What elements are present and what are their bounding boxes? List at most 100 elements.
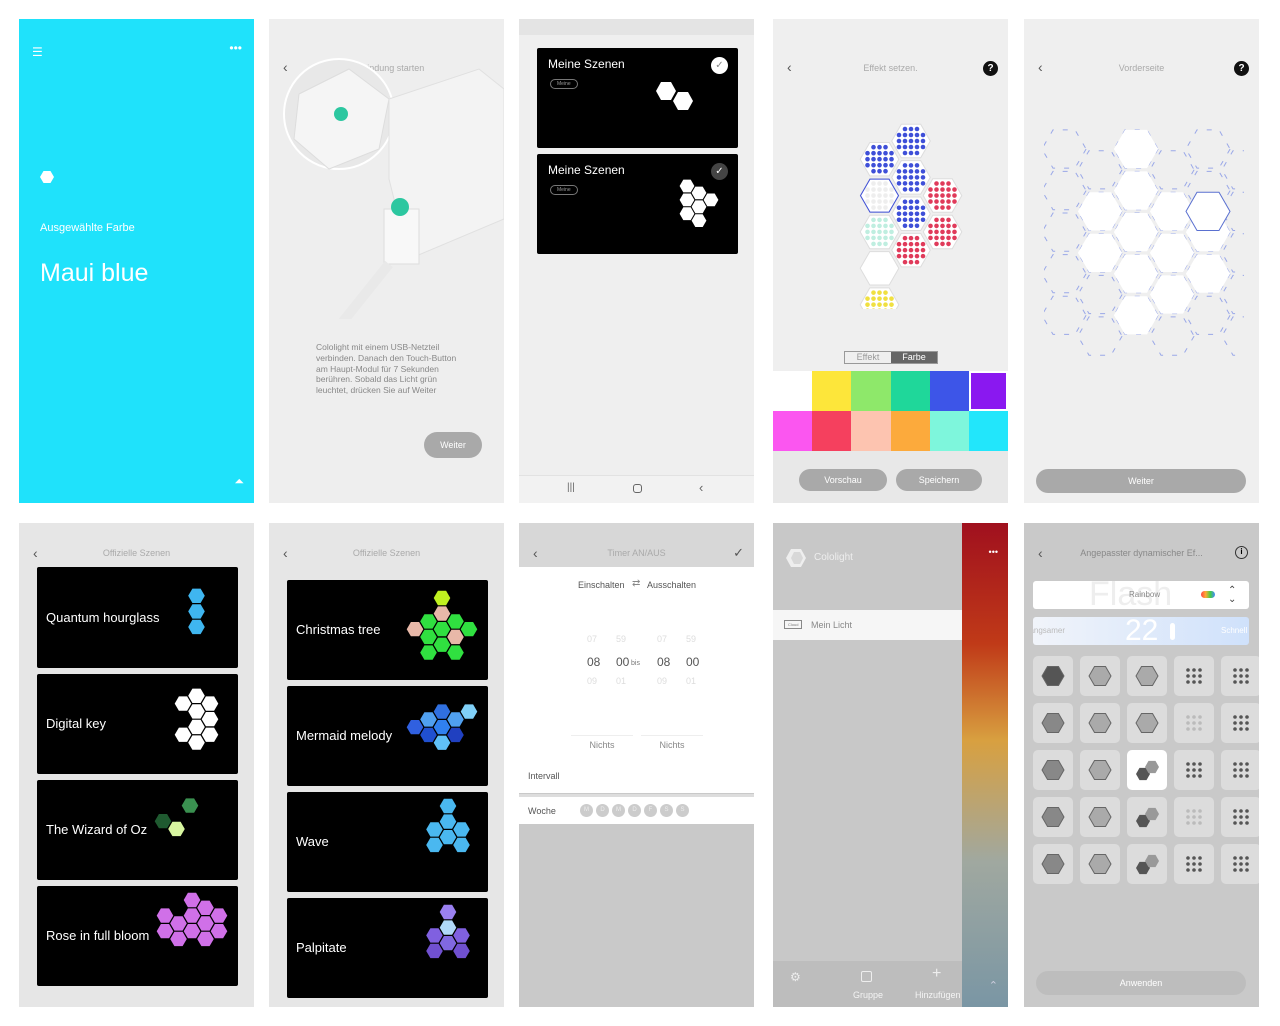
effect-tile[interactable]	[1221, 703, 1259, 743]
next-button[interactable]: Weiter	[424, 432, 482, 458]
time-wheel-value[interactable]: 07	[587, 634, 597, 644]
apply-button[interactable]: Anwenden	[1036, 971, 1246, 995]
time-wheel-value[interactable]: 09	[657, 676, 667, 686]
time-wheel-value[interactable]: 00	[686, 655, 699, 669]
effect-tile[interactable]	[1174, 703, 1214, 743]
next-button[interactable]: Weiter	[1036, 469, 1246, 493]
help-icon[interactable]: ?	[983, 61, 998, 76]
effect-tile[interactable]	[1174, 797, 1214, 837]
color-swatch[interactable]	[851, 371, 891, 411]
preview-button[interactable]: Vorschau	[799, 469, 887, 491]
device-row[interactable]: Cloud Mein Licht	[773, 610, 962, 640]
effect-tile[interactable]	[1080, 703, 1120, 743]
hex-layout-preview[interactable]	[823, 119, 973, 309]
interval-row[interactable]: Intervall	[528, 771, 560, 781]
color-swatch[interactable]	[773, 371, 813, 411]
effect-tile[interactable]	[1221, 797, 1259, 837]
time-wheel-value[interactable]: 59	[686, 634, 696, 644]
effect-tile[interactable]	[1127, 797, 1167, 837]
effect-tile[interactable]	[1127, 844, 1167, 884]
weekday-toggle[interactable]: S	[676, 804, 689, 817]
effect-tile[interactable]	[1033, 797, 1073, 837]
time-wheel-value[interactable]: 00	[616, 655, 629, 669]
scene-card[interactable]: Christmas tree	[287, 580, 488, 680]
color-swatch[interactable]	[773, 411, 813, 451]
scene-card[interactable]: Quantum hourglass	[37, 568, 238, 668]
scene-card[interactable]: The Wizard of Oz	[37, 780, 238, 880]
time-wheel-value[interactable]: 59	[616, 634, 626, 644]
info-icon[interactable]: i	[1235, 546, 1248, 559]
effect-tile[interactable]	[1174, 750, 1214, 790]
check-icon[interactable]: ✓	[711, 57, 728, 74]
weekday-toggle[interactable]: M	[580, 804, 593, 817]
scene-card[interactable]: Meine Szenen Meine ✓	[537, 48, 738, 148]
weekday-toggle[interactable]: D	[628, 804, 641, 817]
weekday-toggle[interactable]: D	[596, 804, 609, 817]
time-wheel-value[interactable]: 01	[616, 676, 626, 686]
save-button[interactable]: Speichern	[896, 469, 982, 491]
color-swatch[interactable]	[968, 371, 1008, 411]
recent-apps-icon[interactable]: |||	[567, 482, 575, 493]
home-icon[interactable]	[633, 484, 642, 493]
color-swatch[interactable]	[929, 411, 969, 451]
effect-tile[interactable]	[1174, 656, 1214, 696]
scene-card[interactable]: Rose in full bloom	[37, 886, 238, 986]
confirm-check-icon[interactable]: ✓	[733, 545, 744, 561]
weekday-toggle[interactable]: M	[612, 804, 625, 817]
more-icon[interactable]: •••	[229, 41, 242, 55]
tab-effect[interactable]: Effekt	[845, 352, 891, 363]
chevron-up-icon[interactable]: ⌃	[989, 979, 998, 992]
swap-icon[interactable]: ⇄	[632, 578, 640, 589]
color-swatch[interactable]	[968, 411, 1008, 451]
group-label[interactable]: Gruppe	[853, 990, 883, 1000]
time-wheel-value[interactable]: 08	[657, 655, 670, 669]
settings-icon[interactable]: ⚙	[790, 970, 801, 984]
effect-tile[interactable]	[1127, 750, 1167, 790]
color-swatch[interactable]	[890, 371, 930, 411]
effect-tile[interactable]	[1033, 750, 1073, 790]
scene-card[interactable]: Wave	[287, 792, 488, 892]
tab-color[interactable]: Farbe	[891, 352, 937, 363]
effect-tile[interactable]	[1127, 703, 1167, 743]
speed-slider[interactable]: Langsamer 22 Schnell	[1033, 617, 1249, 645]
effect-tile[interactable]	[1033, 844, 1073, 884]
effect-tile[interactable]	[1080, 750, 1120, 790]
effect-tile[interactable]	[1221, 750, 1259, 790]
weekday-toggle[interactable]: F	[644, 804, 657, 817]
weekday-toggle[interactable]: S	[660, 804, 673, 817]
group-icon[interactable]	[861, 971, 872, 982]
effect-tile[interactable]	[1080, 844, 1120, 884]
color-swatch[interactable]	[890, 411, 930, 451]
color-swatch[interactable]	[929, 371, 969, 411]
color-swatch[interactable]	[851, 411, 891, 451]
effect-tile[interactable]	[1080, 656, 1120, 696]
time-wheel-value[interactable]: 08	[587, 655, 600, 669]
menu-icon[interactable]: ☰	[32, 45, 43, 59]
more-icon[interactable]: •••	[989, 547, 998, 557]
add-label[interactable]: Hinzufügen	[915, 990, 961, 1000]
chevron-up-icon[interactable]: ⏶	[234, 474, 244, 489]
effect-tile[interactable]	[1033, 703, 1073, 743]
scene-card[interactable]: Meine Szenen Meine ✓	[537, 154, 738, 254]
hex-layout-editor[interactable]	[1044, 124, 1244, 374]
help-icon[interactable]: ?	[1234, 61, 1249, 76]
off-action-select[interactable]: Nichts	[641, 735, 703, 750]
effect-tile[interactable]	[1174, 844, 1214, 884]
color-swatch[interactable]	[812, 411, 852, 451]
scene-card[interactable]: Palpitate	[287, 898, 488, 998]
updown-chevron-icon[interactable]: ⌃ ⌄	[1228, 586, 1236, 605]
on-action-select[interactable]: Nichts	[571, 735, 633, 750]
back-nav-icon[interactable]: ‹	[699, 480, 703, 495]
effect-tile[interactable]	[1221, 656, 1259, 696]
add-icon[interactable]: +	[932, 965, 941, 983]
effect-tile[interactable]	[1080, 797, 1120, 837]
effect-tile[interactable]	[1127, 656, 1167, 696]
effect-tile[interactable]	[1221, 844, 1259, 884]
scene-card[interactable]: Mermaid melody	[287, 686, 488, 786]
scene-card[interactable]: Digital key	[37, 674, 238, 774]
slider-handle[interactable]	[1170, 623, 1175, 640]
time-wheel-value[interactable]: 01	[686, 676, 696, 686]
effect-selector[interactable]: Flash Rainbow ⌃ ⌄	[1033, 581, 1249, 609]
time-wheel-value[interactable]: 09	[587, 676, 597, 686]
time-wheel-value[interactable]: 07	[657, 634, 667, 644]
